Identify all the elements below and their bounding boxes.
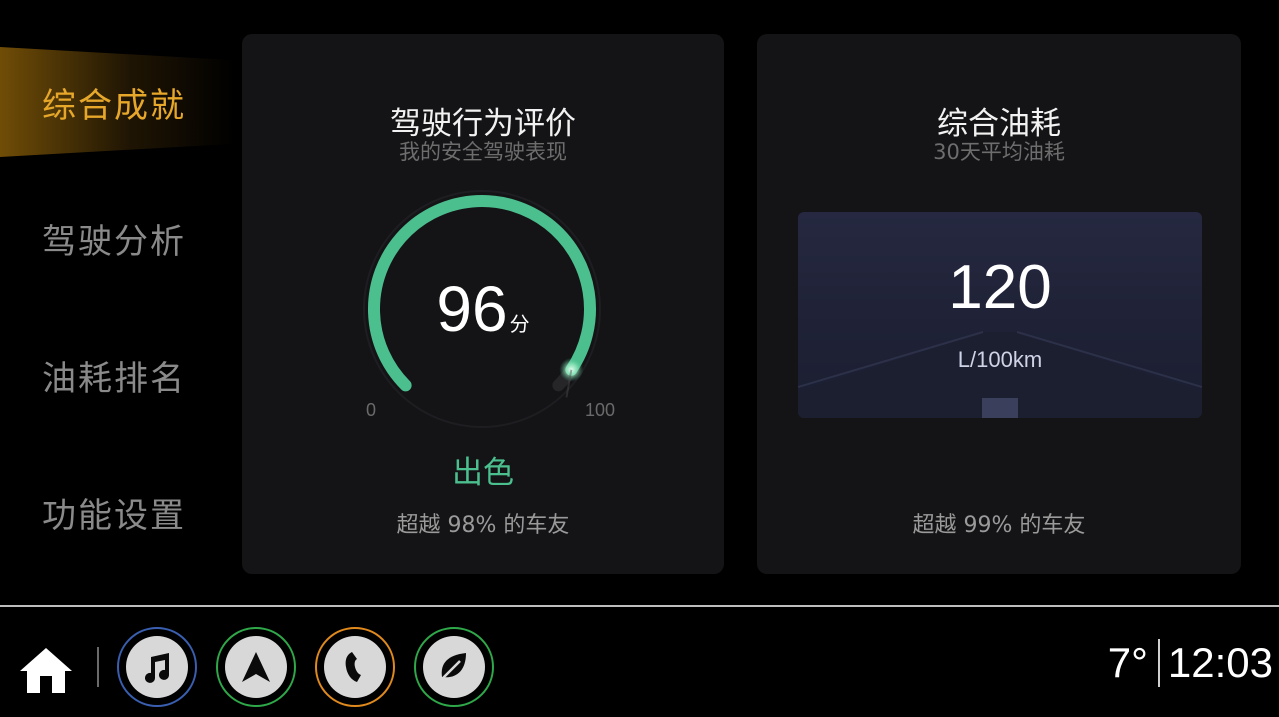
rating-label: 出色 [452,455,514,491]
sidebar-item-driving-analysis[interactable]: 驾驶分析 [0,183,235,293]
driving-score-card[interactable]: 驾驶行为评价 我的安全驾驶表现 96 分 0 100 出色 超越 98% 的车友 [242,34,724,574]
dock-separator [97,647,99,687]
leaf-icon [441,653,466,680]
fuel-road-panel: 120 L/100km [798,212,1202,418]
navigation-arrow-icon [242,652,270,682]
status-area: 7° 12:03 [1108,639,1273,687]
bottom-dock: 7° 12:03 [0,607,1279,717]
sidebar-item-overall-achievement[interactable]: 综合成就 [0,47,235,157]
temperature-readout: 7° [1107,639,1148,686]
fuel-consumption-card[interactable]: 综合油耗 30天平均油耗 120 L/100km 超越 99% 的车友 [757,34,1241,574]
ranking-footer: 超越 98% 的车友 [396,513,570,538]
home-button[interactable] [18,645,74,697]
card-subtitle: 30天平均油耗 [933,140,1065,164]
score-value: 96 [436,273,508,345]
sidebar-item-fuel-ranking[interactable]: 油耗排名 [0,320,235,430]
sidebar-item-label: 驾驶分析 [42,221,186,262]
clock-readout: 12:03 [1167,639,1273,686]
sidebar-item-label: 功能设置 [42,495,186,536]
music-note-icon [145,653,169,683]
sidebar-item-label: 综合成就 [42,85,186,126]
phone-button[interactable] [315,627,395,707]
music-button[interactable] [117,627,197,707]
sidebar-nav: 综合成就 驾驶分析 油耗排名 功能设置 [0,0,235,605]
scale-max-label: 100 [585,400,616,420]
navigation-button[interactable] [216,627,296,707]
ranking-footer: 超越 99% 的车友 [912,513,1086,538]
fuel-value: 120 [948,253,1052,322]
status-separator [1157,639,1160,687]
fuel-unit: L/100km [957,347,1043,372]
phone-icon [345,652,361,682]
home-icon [20,648,72,693]
score-unit: 分 [509,314,530,336]
card-subtitle: 我的安全驾驶表现 [399,140,567,164]
score-readout: 96 分 [242,272,724,346]
sidebar-item-label: 油耗排名 [42,358,186,399]
sidebar-item-settings[interactable]: 功能设置 [0,457,235,567]
eco-button[interactable] [414,627,494,707]
scale-min-label: 0 [366,400,377,420]
